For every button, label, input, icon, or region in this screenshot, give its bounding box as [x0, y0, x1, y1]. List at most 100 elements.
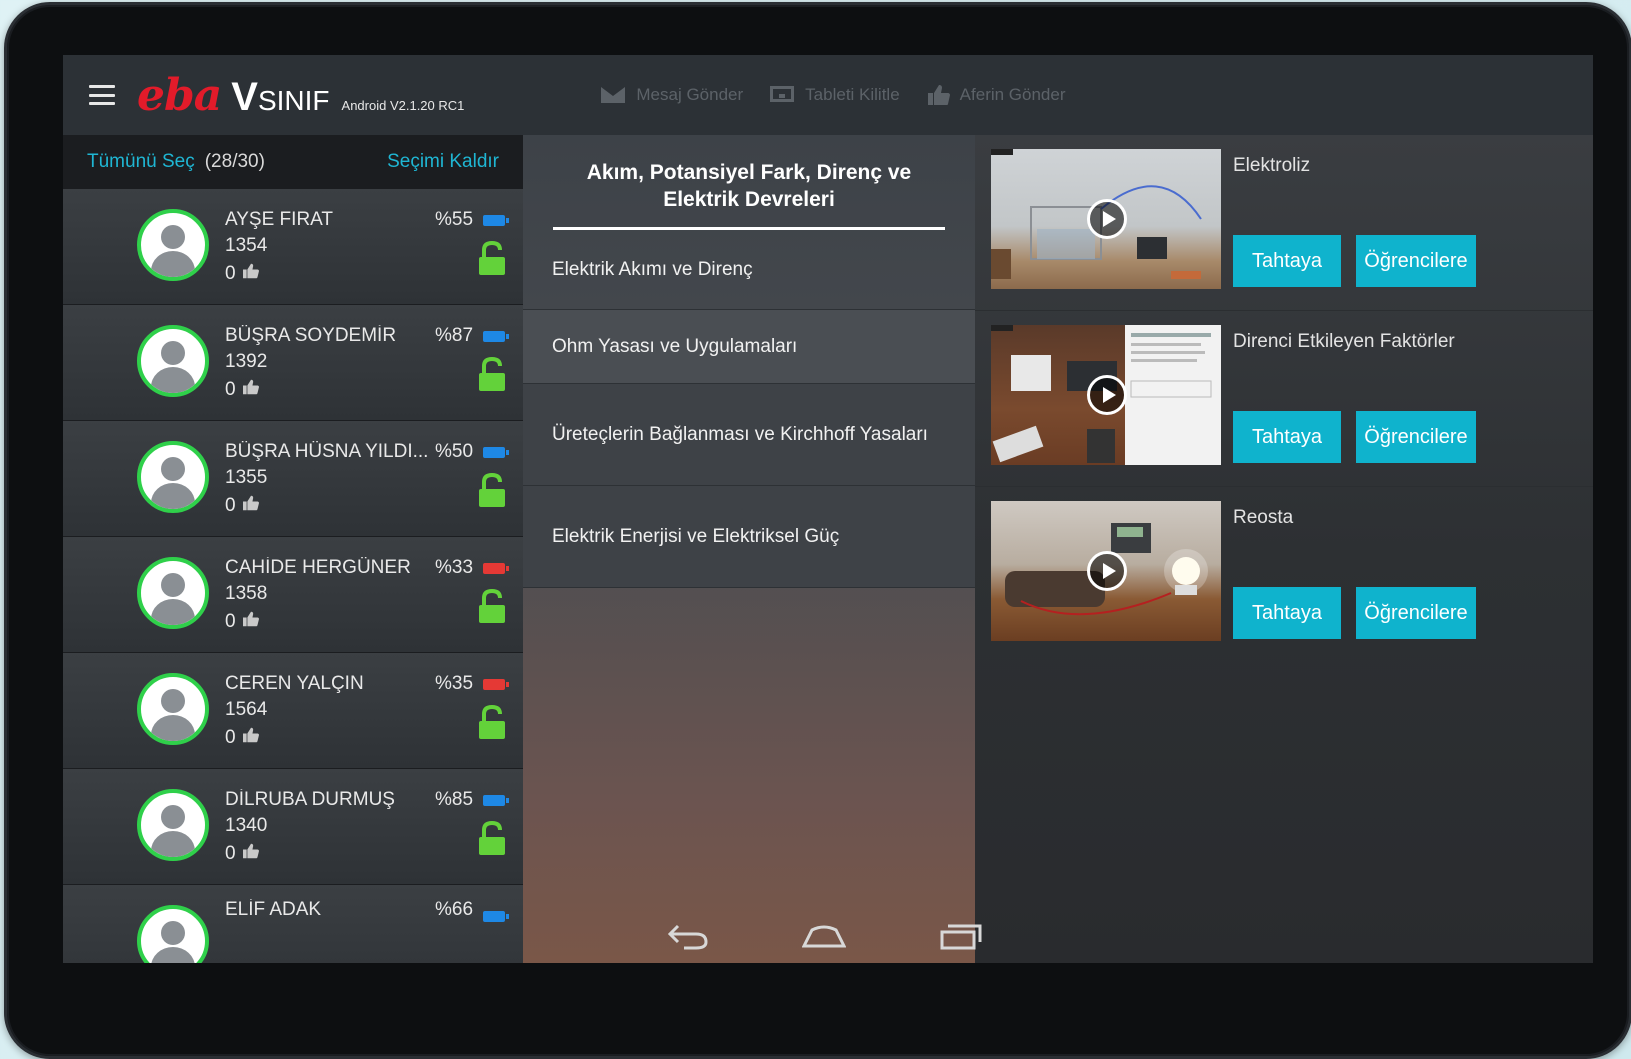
play-icon[interactable]: [1087, 375, 1127, 415]
student-row[interactable]: AYŞE FIRAT 1354 0 %55: [63, 189, 523, 305]
battery-percent: %85: [435, 789, 474, 810]
send-to-board-button[interactable]: Tahtaya: [1233, 587, 1341, 639]
app-logo: eba V SINIF Android V2.1.20 RC1: [137, 70, 464, 121]
envelope-icon: [601, 87, 626, 103]
selection-bar: Tümünü Seç (28/30) Seçimi Kaldır: [63, 135, 523, 189]
battery-icon: [483, 795, 509, 806]
student-row[interactable]: BÜŞRA HÜSNA YILDI... 1355 0 %50: [63, 421, 523, 537]
unlock-icon[interactable]: [477, 588, 507, 630]
student-number: 1354: [225, 235, 268, 256]
thumbs-up-icon: [927, 85, 950, 105]
top-bar: eba V SINIF Android V2.1.20 RC1 Mesaj Gö…: [63, 55, 1593, 135]
student-list: AYŞE FIRAT 1354 0 %55 BÜŞRA SOYDEMİR 1392 0 %87…: [63, 189, 523, 963]
student-name: BÜŞRA SOYDEMİR: [225, 325, 397, 346]
like-count: 0: [225, 843, 236, 864]
student-row[interactable]: CAHİDE HERGÜNER 1358 0 %33: [63, 537, 523, 653]
lock-tablet-label: Tableti Kilitle: [805, 85, 900, 104]
battery-icon: [483, 215, 509, 226]
student-likes: 0: [225, 727, 260, 749]
send-to-students-button[interactable]: Öğrencilere: [1356, 411, 1476, 463]
like-count: 0: [225, 495, 236, 516]
video-title: Direnci Etkileyen Faktörler: [1233, 331, 1455, 352]
unlock-icon[interactable]: [477, 820, 507, 862]
student-likes: 0: [225, 611, 260, 633]
like-count: 0: [225, 263, 236, 284]
send-message-label: Mesaj Gönder: [636, 85, 744, 104]
send-to-students-button[interactable]: Öğrencilere: [1356, 235, 1476, 287]
battery-percent: %55: [435, 209, 474, 230]
unlock-icon[interactable]: [477, 704, 507, 746]
battery-percent: %33: [435, 557, 474, 578]
avatar-icon: [137, 557, 209, 629]
student-likes: 0: [225, 263, 260, 285]
video-title: Elektroliz: [1233, 155, 1311, 176]
send-praise-label: Aferin Gönder: [959, 85, 1066, 104]
logo-v: V: [231, 74, 258, 119]
logo-eba: eba: [137, 69, 222, 121]
topics-title: Akım, Potansiyel Fark, Direnç ve Elektri…: [586, 161, 912, 211]
top-actions: Mesaj Gönder Tableti Kilitle Aferin Gönd…: [600, 83, 1066, 107]
avatar-icon: [137, 441, 209, 513]
selection-count: (28/30): [204, 151, 265, 172]
student-row[interactable]: BÜŞRA SOYDEMİR 1392 0 %87: [63, 305, 523, 421]
thumbs-up-icon: [242, 611, 260, 633]
battery-percent: %87: [435, 325, 474, 346]
battery-icon: [483, 447, 509, 458]
tablet-frame: eba V SINIF Android V2.1.20 RC1 Mesaj Gö…: [4, 2, 1631, 1059]
like-count: 0: [225, 727, 236, 748]
unlock-icon[interactable]: [477, 472, 507, 514]
battery-icon: [483, 331, 509, 342]
student-row[interactable]: CEREN YALÇIN 1564 0 %35: [63, 653, 523, 769]
student-number: 1358: [225, 583, 268, 604]
tablet-lock-icon: [770, 86, 795, 102]
send-to-board-button[interactable]: Tahtaya: [1233, 235, 1341, 287]
student-number: 1392: [225, 351, 268, 372]
clear-selection-link[interactable]: Seçimi Kaldır: [387, 151, 499, 173]
avatar-icon: [137, 325, 209, 397]
avatar-icon: [137, 673, 209, 745]
select-all-link[interactable]: Tümünü Seç: [87, 151, 195, 173]
send-praise-button[interactable]: Aferin Gönder: [926, 83, 1066, 107]
app-version: Android V2.1.20 RC1: [341, 97, 465, 113]
student-name: CAHİDE HERGÜNER: [225, 557, 411, 578]
video-item: Elektroliz Tahtaya Öğrencilere: [975, 135, 1593, 311]
recent-apps-icon[interactable]: [938, 922, 982, 950]
lock-tablet-button[interactable]: Tableti Kilitle: [769, 84, 900, 106]
like-count: 0: [225, 611, 236, 632]
thumbs-up-icon: [242, 263, 260, 285]
student-list-panel: Tümünü Seç (28/30) Seçimi Kaldır AYŞE FI…: [63, 135, 523, 963]
play-icon[interactable]: [1087, 551, 1127, 591]
topic-item[interactable]: Üreteçlerin Bağlanması ve Kirchhoff Yasa…: [523, 384, 975, 486]
hamburger-menu-icon[interactable]: [89, 85, 115, 105]
topic-item[interactable]: Elektrik Akımı ve Direnç: [523, 230, 975, 310]
back-icon[interactable]: [666, 922, 710, 950]
unlock-icon[interactable]: [477, 240, 507, 282]
video-thumbnail[interactable]: [991, 325, 1221, 465]
android-nav-bar: [59, 911, 1589, 961]
avatar-icon: [137, 789, 209, 861]
send-message-button[interactable]: Mesaj Gönder: [600, 85, 743, 105]
like-count: 0: [225, 379, 236, 400]
thumbs-up-icon: [242, 379, 260, 401]
video-thumbnail[interactable]: [991, 149, 1221, 289]
send-to-students-button[interactable]: Öğrencilere: [1356, 587, 1476, 639]
video-thumbnail[interactable]: [991, 501, 1221, 641]
topic-item[interactable]: Elektrik Enerjisi ve Elektriksel Güç: [523, 486, 975, 588]
play-icon[interactable]: [1087, 199, 1127, 239]
unlock-icon[interactable]: [477, 356, 507, 398]
send-to-board-button[interactable]: Tahtaya: [1233, 411, 1341, 463]
student-number: 1355: [225, 467, 268, 488]
home-icon[interactable]: [802, 924, 846, 948]
battery-icon: [483, 679, 509, 690]
avatar-icon: [137, 209, 209, 281]
battery-percent: %35: [435, 673, 474, 694]
battery-icon: [483, 563, 509, 574]
student-number: 1340: [225, 815, 268, 836]
video-title: Reosta: [1233, 507, 1294, 528]
student-row[interactable]: DİLRUBA DURMUŞ 1340 0 %85: [63, 769, 523, 885]
video-item: Direnci Etkileyen Faktörler Tahtaya Öğre…: [975, 311, 1593, 487]
student-name: CEREN YALÇIN: [225, 673, 364, 694]
topic-item[interactable]: Ohm Yasası ve Uygulamaları: [523, 310, 975, 384]
student-likes: 0: [225, 495, 260, 517]
logo-sinif: SINIF: [257, 84, 330, 116]
